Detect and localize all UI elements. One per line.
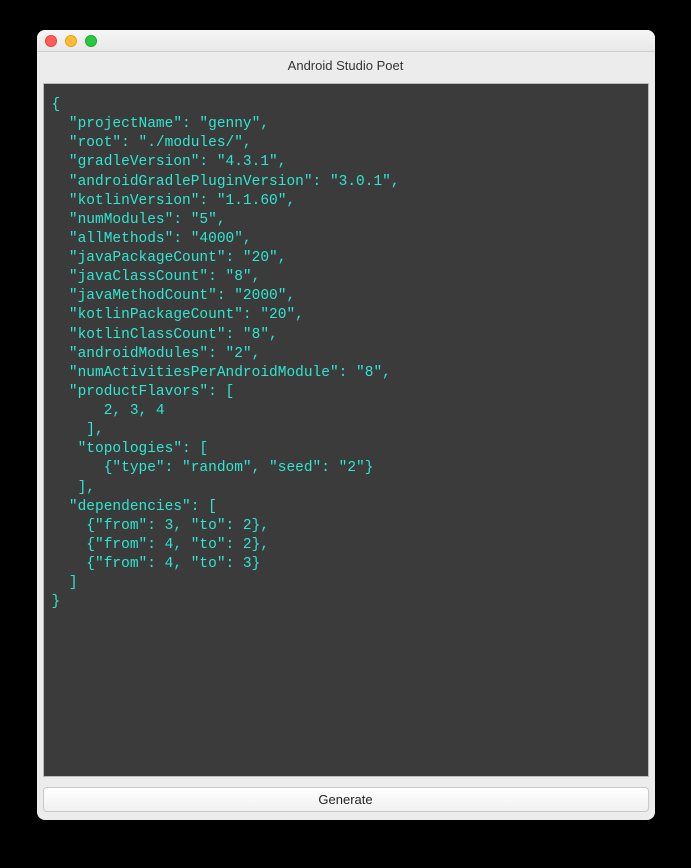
- titlebar[interactable]: [37, 30, 655, 52]
- generate-button[interactable]: Generate: [43, 787, 649, 812]
- minimize-icon[interactable]: [65, 35, 77, 47]
- content-area: { "projectName": "genny", "root": "./mod…: [37, 77, 655, 783]
- window-title: Android Studio Poet: [37, 52, 655, 77]
- json-editor[interactable]: { "projectName": "genny", "root": "./mod…: [43, 83, 649, 777]
- traffic-lights: [45, 35, 97, 47]
- close-icon[interactable]: [45, 35, 57, 47]
- zoom-icon[interactable]: [85, 35, 97, 47]
- app-window: Android Studio Poet { "projectName": "ge…: [37, 30, 655, 820]
